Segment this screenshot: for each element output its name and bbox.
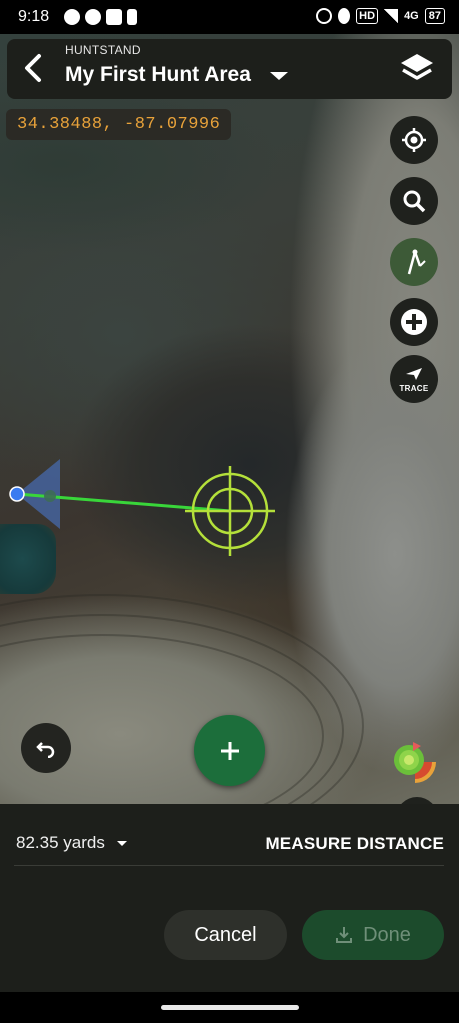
crosshair-gps-icon	[402, 128, 426, 152]
plus-icon	[401, 309, 427, 335]
coordinates-readout: 34.38488, -87.07996	[6, 109, 232, 140]
back-arrow-icon[interactable]	[21, 53, 45, 83]
measure-mode-label: MEASURE DISTANCE	[265, 834, 444, 853]
divider	[14, 865, 444, 866]
system-icons: HD 4G 87	[316, 8, 445, 24]
facebook-icon	[85, 9, 101, 25]
radar-icon	[394, 742, 436, 783]
chevron-down-icon	[116, 840, 127, 846]
notification-icons	[64, 9, 137, 25]
signal-icon	[384, 9, 399, 23]
plus-icon	[220, 741, 239, 760]
chat-icon	[64, 9, 80, 25]
top-header: HUNTSTAND My First Hunt Area	[7, 39, 452, 99]
cancel-label: Cancel	[194, 923, 257, 946]
trace-label: TRACE	[399, 384, 429, 393]
search-icon	[403, 190, 426, 213]
battery-icon: 87	[424, 8, 445, 24]
status-time: 9:18	[18, 8, 50, 25]
youtube-icon	[106, 9, 122, 25]
locate-button[interactable]	[390, 116, 438, 164]
status-bar: 9:18 HD 4G 87	[0, 0, 459, 34]
measure-tool-button[interactable]	[390, 238, 438, 286]
done-label: Done	[363, 923, 411, 946]
trace-arrow-icon	[406, 368, 422, 380]
measure-overlay	[9, 459, 275, 556]
hd-badge: HD	[356, 8, 379, 24]
measure-row: 82.35 yards MEASURE DISTANCE	[0, 804, 459, 866]
trace-button[interactable]: TRACE	[390, 355, 438, 403]
start-point-marker	[9, 486, 25, 502]
location-icon	[338, 8, 351, 24]
distance-unit-dropdown[interactable]: 82.35 yards	[16, 833, 127, 853]
alarm-icon	[316, 8, 333, 24]
crosshair-icon	[185, 466, 275, 556]
download-icon	[336, 927, 353, 943]
notification-icon	[127, 9, 137, 25]
measure-sheet: 82.35 yards MEASURE DISTANCE Cancel Done	[0, 804, 459, 992]
undo-icon	[36, 742, 55, 758]
undo-button[interactable]	[21, 723, 71, 773]
home-gesture-handle[interactable]	[161, 1005, 299, 1010]
network-type: 4G	[404, 10, 419, 22]
satellite-map[interactable]: 34.38488, -87.07996 TRACE	[0, 34, 459, 804]
hunt-area-title[interactable]: My First Hunt Area	[65, 63, 251, 87]
waypoint-dot	[44, 490, 56, 502]
add-marker-button[interactable]	[390, 298, 438, 346]
app-name: HUNTSTAND	[65, 43, 141, 57]
chevron-down-icon[interactable]	[270, 72, 288, 80]
navigation-bar	[0, 992, 459, 1023]
compass-measure-icon	[407, 249, 426, 275]
search-button[interactable]	[390, 177, 438, 225]
distance-value: 82.35 yards	[16, 833, 105, 852]
cancel-button[interactable]: Cancel	[164, 910, 287, 960]
wind-radar-button[interactable]	[392, 739, 438, 785]
add-point-button[interactable]	[194, 715, 265, 786]
layers-icon[interactable]	[400, 51, 434, 87]
done-button[interactable]: Done	[302, 910, 444, 960]
